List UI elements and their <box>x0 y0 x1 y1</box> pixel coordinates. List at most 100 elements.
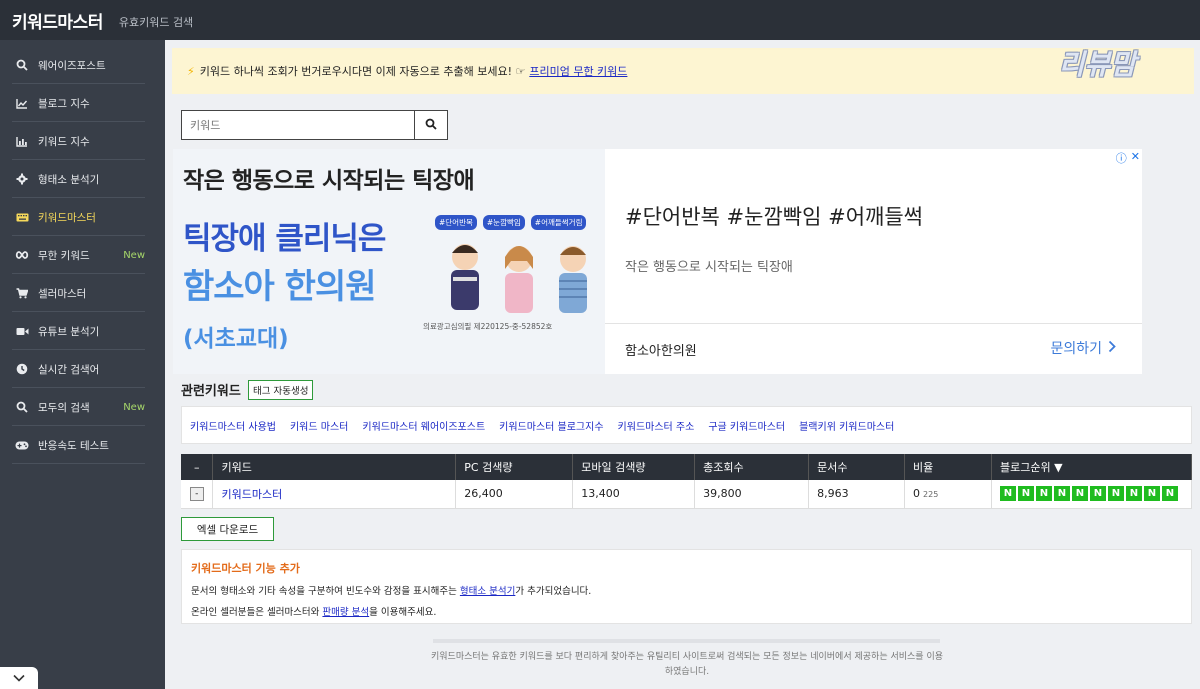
clock-icon <box>12 363 32 375</box>
premium-keyword-link[interactable]: 프리미엄 무한 키워드 <box>529 63 627 79</box>
search-icon <box>12 59 32 71</box>
sidebar-item-keyword-index[interactable]: 키워드 지수 <box>0 122 165 160</box>
keyword-link[interactable]: 키워드마스터 <box>221 488 282 501</box>
notice-banner: ⚡ 키워드 하나씩 조회가 번거로우시다면 이제 자동으로 추출해 보세요! ☞… <box>172 48 1194 94</box>
sidebar-item-everyone-search[interactable]: 모두의 검색 New <box>0 388 165 426</box>
naver-rank-badge[interactable]: N <box>1107 486 1124 502</box>
ratio-cell: 0 225 <box>904 480 992 509</box>
infinity-icon <box>12 251 32 259</box>
excel-download-button[interactable]: 엑셀 다운로드 <box>181 517 274 541</box>
sidebar-item-label: 유튜브 분석기 <box>38 325 100 338</box>
sidebar-item-label: 모두의 검색 <box>38 401 90 414</box>
doc-count-cell: 8,963 <box>808 480 906 509</box>
naver-rank-list: N N N N N N N N N N <box>999 486 1191 502</box>
info-icon[interactable]: ⓘ <box>1116 150 1127 166</box>
sales-analysis-link[interactable]: 판매량 분석 <box>322 607 369 618</box>
sidebar-item-label: 무한 키워드 <box>38 249 90 262</box>
sidebar-item-whereispost[interactable]: 웨어이즈포스트 <box>0 46 165 84</box>
ad-image[interactable]: 작은 행동으로 시작되는 틱장애 틱장애 클리닉은 함소아 한의원 (서초교대)… <box>173 149 605 374</box>
feature-text: 문서의 형태소와 기타 속성을 구분하여 빈도수와 감정을 표시해주는 <box>191 586 460 597</box>
search-icon <box>12 401 32 413</box>
related-keyword-link[interactable]: 키워드 마스터 <box>290 418 348 433</box>
auto-tag-button[interactable]: 태그 자동생성 <box>248 380 314 400</box>
column-header-ratio[interactable]: 비율 <box>904 454 992 480</box>
notice-text: 키워드 하나씩 조회가 번거로우시다면 이제 자동으로 추출해 보세요! ☞ <box>199 65 526 78</box>
row-collapse-button[interactable]: - <box>189 487 204 502</box>
search-icon <box>425 118 437 133</box>
sidebar-item-label: 셀러마스터 <box>38 287 87 300</box>
gamepad-icon <box>12 441 32 450</box>
collapse-sidebar-button[interactable] <box>0 667 38 689</box>
new-badge: New <box>123 401 145 413</box>
brand-title[interactable]: 키워드마스터 <box>12 8 103 33</box>
column-header-doc-count[interactable]: 문서수 <box>808 454 906 480</box>
chevron-down-icon <box>13 672 25 685</box>
ad-clinic-name: 함소아 한의원 <box>183 267 377 307</box>
sidebar-item-infinite-keyword[interactable]: 무한 키워드 New <box>0 236 165 274</box>
naver-rank-badge[interactable]: N <box>1053 486 1070 502</box>
column-header-total-views[interactable]: 총조회수 <box>694 454 810 480</box>
feature-line-2: 온라인 셀러분들은 셀러마스터와 판매량 분석을 이용해주세요. <box>191 604 1191 618</box>
gear-icon <box>12 173 32 185</box>
column-header-blog-rank[interactable]: 블로그순위 ▼ <box>991 454 1193 480</box>
column-header-mobile-volume[interactable]: 모바일 검색량 <box>572 454 696 480</box>
ad-clinic-text: 틱장애 클리닉은 <box>183 221 386 257</box>
ad-title[interactable]: #단어반복 #눈깜빡임 #어깨들썩 <box>625 201 923 231</box>
ad-inquiry-button[interactable]: 문의하기 <box>1050 338 1116 358</box>
related-keyword-link[interactable]: 구글 키워드마스터 <box>708 418 785 433</box>
table-header-row: – 키워드 PC 검색량 모바일 검색량 총조회수 문서수 비율 블로그순위 ▼ <box>181 454 1193 480</box>
ad-clinic-branch: (서초교대) <box>183 326 289 352</box>
related-keywords-list: 키워드마스터 사용법 키워드 마스터 키워드마스터 웨어이즈포스트 키워드마스터… <box>181 406 1192 444</box>
naver-rank-badge[interactable]: N <box>1071 486 1088 502</box>
children-illustration <box>451 244 587 313</box>
column-header-keyword[interactable]: 키워드 <box>212 454 457 480</box>
related-keyword-link[interactable]: 키워드마스터 주소 <box>618 418 695 433</box>
pc-volume-cell: 26,400 <box>455 480 574 509</box>
mobile-volume-cell: 13,400 <box>572 480 696 509</box>
sidebar-item-seller-master[interactable]: 셀러마스터 <box>0 274 165 312</box>
line-chart-icon <box>12 98 32 109</box>
naver-rank-badge[interactable]: N <box>1089 486 1106 502</box>
ad-headline: 작은 행동으로 시작되는 틱장애 <box>183 168 475 194</box>
sidebar-item-keyword-master[interactable]: 키워드마스터 <box>0 198 165 236</box>
top-bar: 키워드마스터 유효키워드 검색 <box>0 0 1200 40</box>
feature-title: 키워드마스터 기능 추가 <box>191 562 300 575</box>
blog-rank-cell: N N N N N N N N N N <box>991 480 1193 509</box>
advertisement[interactable]: 작은 행동으로 시작되는 틱장애 틱장애 클리닉은 함소아 한의원 (서초교대)… <box>173 149 1142 374</box>
sidebar-item-label: 키워드마스터 <box>38 211 96 224</box>
keyword-search-input[interactable] <box>182 111 414 139</box>
naver-rank-badge[interactable]: N <box>1161 486 1178 502</box>
naver-rank-badge[interactable]: N <box>1035 486 1052 502</box>
sidebar-item-label: 키워드 지수 <box>38 135 90 148</box>
related-keyword-link[interactable]: 키워드마스터 블로그지수 <box>499 418 603 433</box>
related-keyword-link[interactable]: 블랙키위 키워드마스터 <box>799 418 894 433</box>
main-content: ⚡ 키워드 하나씩 조회가 번거로우시다면 이제 자동으로 추출해 보세요! ☞… <box>165 40 1200 689</box>
column-header-toggle[interactable]: – <box>181 454 214 480</box>
morpheme-analyzer-link[interactable]: 형태소 분석기 <box>460 586 515 597</box>
feature-text: 온라인 셀러분들은 셀러마스터와 <box>191 607 323 618</box>
related-keyword-link[interactable]: 키워드마스터 사용법 <box>190 418 276 433</box>
naver-rank-badge[interactable]: N <box>999 486 1016 502</box>
ad-description: 작은 행동으로 시작되는 틱장애 <box>625 260 793 275</box>
column-header-pc-volume[interactable]: PC 검색량 <box>455 454 574 480</box>
brand-subtitle: 유효키워드 검색 <box>118 15 194 29</box>
sidebar-item-blog-index[interactable]: 블로그 지수 <box>0 84 165 122</box>
ad-tag: #눈깜빡임 <box>482 215 525 230</box>
related-keyword-link[interactable]: 키워드마스터 웨어이즈포스트 <box>362 418 485 433</box>
feature-text: 을 이용해주세요. <box>369 607 437 618</box>
sidebar-item-label: 블로그 지수 <box>38 97 90 110</box>
close-icon[interactable]: ✕ <box>1131 150 1140 166</box>
search-button[interactable] <box>414 111 447 139</box>
sidebar-item-label: 웨어이즈포스트 <box>38 59 106 72</box>
sidebar-item-youtube-analyzer[interactable]: 유튜브 분석기 <box>0 312 165 350</box>
ad-tag: #어깨들썩거림 <box>530 215 587 230</box>
feature-line-1: 문서의 형태소와 기타 속성을 구분하여 빈도수와 감정을 표시해주는 형태소 … <box>191 583 1191 597</box>
ad-tags: #단어반복 #눈깜빡임 #어깨들썩거림 <box>435 215 587 230</box>
sidebar-item-reaction-test[interactable]: 반응속도 테스트 <box>0 426 165 464</box>
sidebar-item-realtime-search[interactable]: 실시간 검색어 <box>0 350 165 388</box>
sidebar-item-morpheme-analyzer[interactable]: 형태소 분석기 <box>0 160 165 198</box>
naver-rank-badge[interactable]: N <box>1017 486 1034 502</box>
naver-rank-badge[interactable]: N <box>1143 486 1160 502</box>
lightning-icon: ⚡ <box>187 64 195 78</box>
naver-rank-badge[interactable]: N <box>1125 486 1142 502</box>
